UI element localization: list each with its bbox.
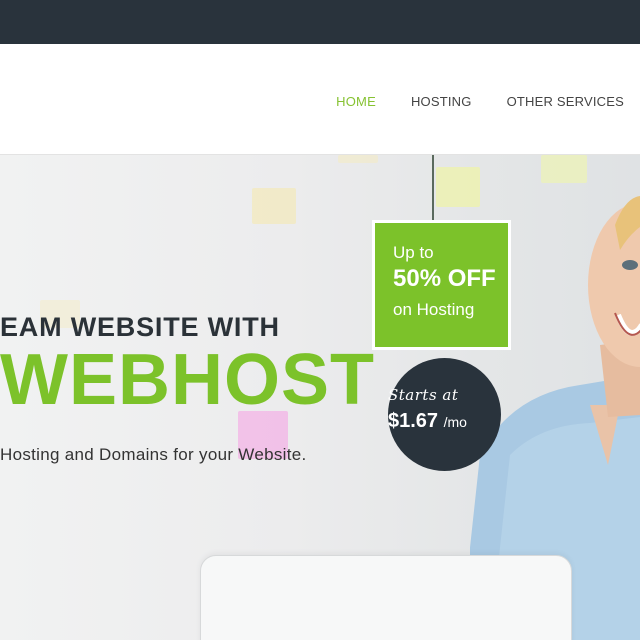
price-amount: $1.67: [388, 410, 439, 432]
discount-tag: Up to 50% OFF on Hosting: [372, 220, 511, 350]
hero-headline-brand: WEBHOST: [0, 340, 375, 420]
site-header: HOME HOSTING OTHER SERVICES: [0, 44, 640, 155]
discount-tag-amount: 50% OFF: [393, 265, 496, 292]
discount-tag-prefix: Up to: [393, 243, 434, 262]
discount-tag-suffix: on Hosting: [393, 300, 475, 319]
nav-other-services-link[interactable]: OTHER SERVICES: [507, 94, 624, 109]
laptop-image: [200, 555, 572, 640]
nav-home-link[interactable]: HOME: [336, 94, 376, 109]
price-badge: Starts at $1.67 /mo: [388, 358, 501, 471]
background-sticky-note: [252, 188, 296, 224]
price-badge-label: Starts at: [388, 386, 459, 404]
hero-headline-line1: EAM WEBSITE WITH: [0, 312, 280, 342]
background-sticky-note: [338, 155, 378, 163]
tag-string: [432, 155, 434, 220]
top-bar: [0, 0, 640, 44]
price-badge-value: $1.67 /mo: [388, 410, 467, 433]
main-nav: HOME HOSTING OTHER SERVICES: [336, 94, 640, 109]
hero-tagline: Hosting and Domains for your Website.: [0, 445, 307, 464]
price-period: /mo: [443, 414, 467, 430]
hero-banner: EAM WEBSITE WITH WEBHOST Hosting and Dom…: [0, 155, 640, 640]
nav-hosting-link[interactable]: HOSTING: [411, 94, 472, 109]
